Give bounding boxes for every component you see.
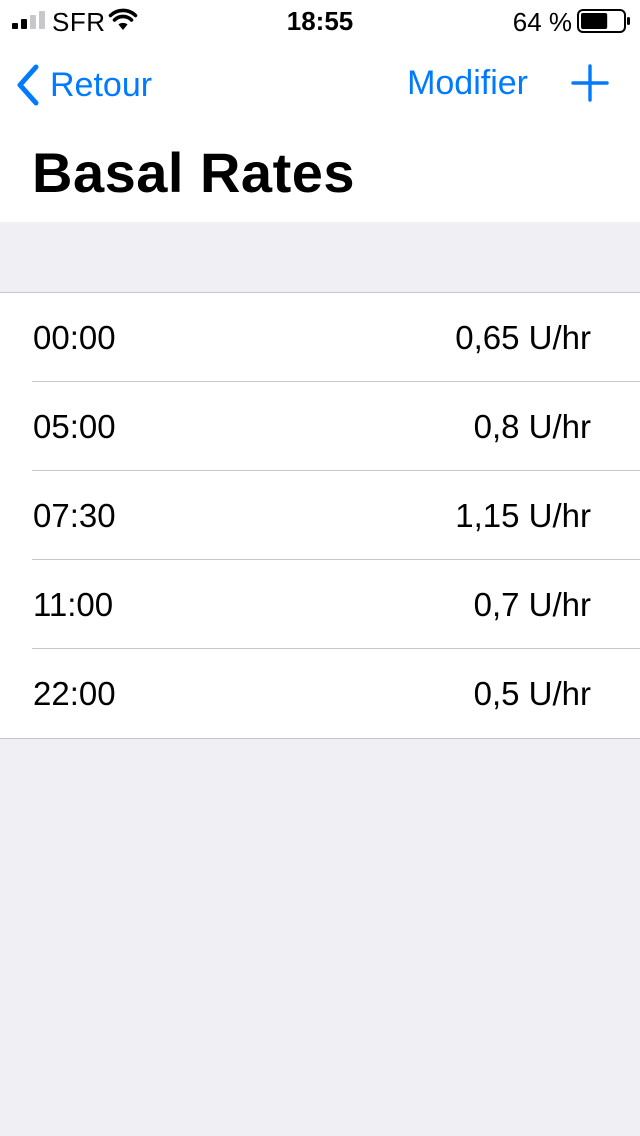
chevron-left-icon bbox=[17, 64, 39, 106]
schedule-time: 11:00 bbox=[33, 585, 114, 623]
add-icon[interactable] bbox=[571, 64, 609, 102]
back-button-label: Retour bbox=[50, 65, 153, 104]
basal-rate-list: 00:00 0,65 U/hr 05:00 0,8 U/hr 07:30 1,1… bbox=[0, 292, 640, 739]
list-item[interactable]: 11:00 0,7 U/hr bbox=[0, 560, 640, 649]
schedule-rate: 0,5 U/hr bbox=[473, 674, 591, 712]
schedule-time: 22:00 bbox=[33, 674, 116, 712]
list-item[interactable]: 07:30 1,15 U/hr bbox=[0, 471, 640, 560]
list-item[interactable]: 00:00 0,65 U/hr bbox=[0, 293, 640, 382]
list-item[interactable]: 22:00 0,5 U/hr bbox=[0, 649, 640, 738]
schedule-rate: 0,65 U/hr bbox=[455, 318, 591, 356]
schedule-rate: 0,8 U/hr bbox=[473, 407, 591, 445]
edit-button[interactable]: Modifier bbox=[407, 64, 528, 103]
schedule-time: 00:00 bbox=[33, 318, 116, 356]
schedule-rate: 0,7 U/hr bbox=[473, 585, 591, 623]
page-title: Basal Rates bbox=[32, 141, 356, 204]
schedule-time: 05:00 bbox=[33, 407, 116, 445]
header: SFR 18:55 64 % Retour Modifier Basal Rat… bbox=[0, 0, 640, 222]
schedule-rate: 1,15 U/hr bbox=[455, 496, 591, 534]
schedule-time: 07:30 bbox=[33, 496, 116, 534]
battery-icon bbox=[577, 9, 630, 33]
battery-percentage: 64 % bbox=[512, 7, 572, 37]
status-bar: SFR 18:55 64 % bbox=[0, 0, 640, 40]
back-button[interactable]: Retour bbox=[16, 60, 152, 110]
list-item[interactable]: 05:00 0,8 U/hr bbox=[0, 382, 640, 471]
